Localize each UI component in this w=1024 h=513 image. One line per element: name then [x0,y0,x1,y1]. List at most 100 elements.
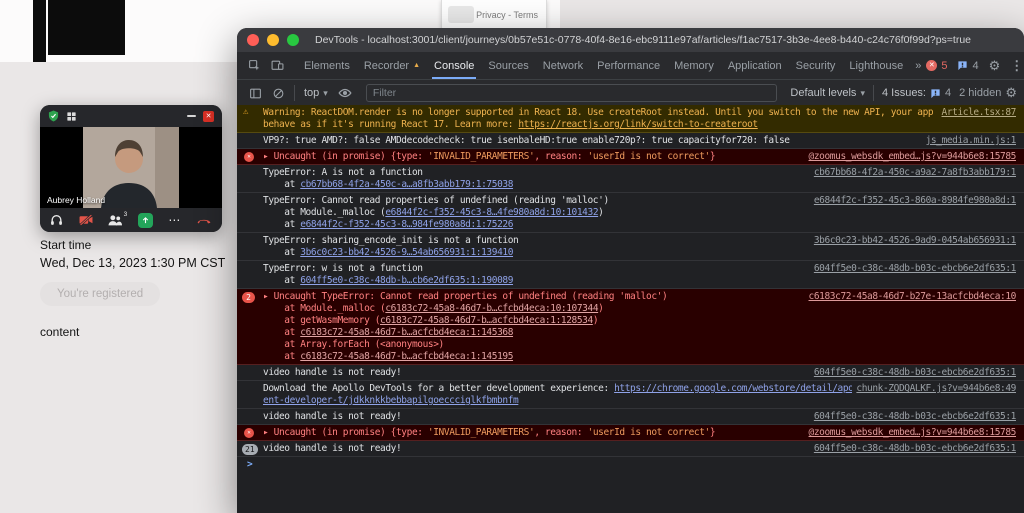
console-text: ▸ [263,151,274,162]
separator [294,85,295,101]
devtools-tabbar: Elements Recorder ▲ Console Sources Network Pe… [237,52,1024,80]
source-location-link[interactable]: chunk-ZQDQALKF.js?v=944b6e8:49 [852,383,1016,394]
console-text: at [263,219,301,230]
console-message-log: TypeError: w is not a function at 604ff5… [237,261,1024,289]
source-location-link[interactable]: cb67bb68-4f2a-450c-a9a2-7a8fb3abb179:1 [809,167,1016,178]
console-link[interactable]: c6183c72-45a8-46d7-b…acfcbd4eca:1:128534 [380,315,593,326]
close-window-button[interactable] [247,34,259,46]
security-shield-icon [48,110,59,122]
minimize-window-button[interactable] [267,34,279,46]
tab-console[interactable]: Console [427,52,481,79]
more-options-icon[interactable]: ⋯ [168,214,180,226]
tab-label: Security [795,59,836,72]
source-location-link[interactable]: js_media.min.js:1 [921,135,1016,146]
clear-console-icon[interactable] [267,87,290,100]
console-line: at Module._malloc (e6844f2c-f352-45c3-8…… [263,207,1016,219]
console-message-log: video handle is not ready! 604ff5e0-c38c-… [237,409,1024,425]
source-location-link[interactable]: 604ff5e0-c38c-48db-b03c-ebcb6e2df635:1 [809,411,1016,422]
console-link[interactable]: https://reactjs.org/link/switch-to-creat… [518,119,758,130]
tab-lighthouse[interactable]: Lighthouse [842,52,910,79]
live-expression-eye-icon[interactable] [333,86,357,100]
log-levels-dropdown[interactable]: Default levels [786,87,869,99]
source-location-link[interactable]: Article.tsx:87 [937,107,1016,118]
registered-button[interactable]: You're registered [40,282,161,306]
tab-label: Memory [674,59,714,72]
participants-icon[interactable]: 3 [108,211,127,226]
console-text: Download the Apollo DevTools for a bette… [263,383,615,394]
console-message-error: ✕ ▸ Uncaught (in promise) {type: 'INVALID… [237,425,1024,441]
console-text: at [263,275,301,286]
source-location-link[interactable]: 604ff5e0-c38c-48db-b03c-ebcb6e2df635:1 [809,263,1016,274]
source-location-link[interactable]: @zoomus_websdk_embed…js?v=944b6e8:15785 [804,151,1016,162]
console-text: TypeError: w is not a function [263,263,423,274]
source-location-link[interactable]: 604ff5e0-c38c-48db-b03c-ebcb6e2df635:1 [809,367,1016,378]
zoom-window-button[interactable] [287,34,299,46]
settings-gear-icon[interactable] [989,57,1001,75]
console-messages[interactable]: ⚠ Warning: ReactDOM.render is no longer s… [237,105,1024,513]
console-text: 'INVALID_PARAMETERS' [427,151,535,162]
recaptcha-logo [448,6,474,23]
device-toolbar-icon[interactable] [266,59,289,72]
share-screen-button[interactable] [137,212,153,228]
tab-elements[interactable]: Elements [297,52,357,79]
filter-input[interactable] [365,84,778,102]
source-location-link[interactable]: e6844f2c-f352-45c3-860a-8984fe980a8d:1 [809,195,1016,206]
console-line: at cb67bb68-4f2a-450c-a…a8fb3abb179:1:75… [263,179,1016,191]
hidden-messages-label[interactable]: 2 hidden [955,87,1005,99]
tab-label: Application [727,59,782,72]
javascript-context-selector[interactable]: top [299,87,333,99]
console-link[interactable]: 3b6c0c23-bb42-4526-9…54ab656931:1:139410 [300,247,513,258]
console-text: Uncaught (in promise) [273,151,391,162]
inspect-element-icon[interactable] [243,59,266,72]
console-text: 'userId is not correct' [587,427,711,438]
tab-network[interactable]: Network [536,52,590,79]
console-sidebar-icon[interactable] [244,87,267,100]
source-location-link[interactable]: 3b6c0c23-bb42-4526-9ad9-0454ab656931:1 [809,235,1016,246]
repeat-count-badge: 21 [242,443,258,455]
privacy-terms-link[interactable]: Privacy - Terms [476,10,538,20]
console-message-count[interactable]: 4 [957,59,979,72]
tab-strip: Elements Recorder ▲ Console Sources Network Pe… [297,52,910,79]
console-error-count[interactable]: ✕ 5 [926,60,947,72]
console-link[interactable]: c6183c72-45a8-46d7-b…acfcbd4eca:1:145368 [300,327,513,338]
console-line: at 3b6c0c23-bb42-4526-9…54ab656931:1:139… [263,247,1016,259]
content-text: content [40,325,80,339]
console-settings-gear-icon[interactable] [1005,85,1017,101]
source-location-link[interactable]: 604ff5e0-c38c-48db-b03c-ebcb6e2df635:1 [809,443,1016,454]
console-link[interactable]: e6844f2c-f352-45c3-8…984fe980a8d:1:75226 [300,219,513,230]
tab-memory[interactable]: Memory [667,52,721,79]
console-link[interactable]: c6183c72-45a8-46d7-b…cfcbd4eca:10:107344 [385,303,598,314]
tab-recorder[interactable]: Recorder ▲ [357,52,427,79]
console-link[interactable]: e6844f2c-f352-45c3-8…4fe980a8d:10:101432 [385,207,598,218]
minimize-icon[interactable] [187,115,196,117]
console-text: , reason: [534,151,588,162]
console-text: TypeError: sharing_encode_init is not a … [263,235,519,246]
audio-headset-icon[interactable] [50,214,63,226]
tab-security[interactable]: Security [789,52,843,79]
tab-application[interactable]: Application [721,52,789,79]
issues-counter[interactable]: 4 Issues: 4 [878,87,955,99]
gallery-view-icon[interactable] [66,111,77,122]
source-location-link[interactable]: @zoomus_websdk_embed…js?v=944b6e8:15785 [804,427,1016,438]
levels-label: Default levels [790,87,857,99]
more-tabs-icon[interactable]: » [910,60,926,72]
console-link[interactable]: ent-developer-t/jdkknkkbebbapilgoecccigl… [263,395,519,406]
console-link[interactable]: 604ff5e0-c38c-48db-b…cb6e2df635:1:190089 [300,275,513,286]
kebab-menu-icon[interactable] [1010,57,1023,75]
console-toolbar: top Default levels 4 Issues: 4 2 hidden [237,80,1024,107]
console-link[interactable]: cb67bb68-4f2a-450c-a…a8fb3abb179:1:75038 [300,179,513,190]
hangup-icon[interactable] [196,216,212,224]
console-prompt[interactable]: > [237,457,1024,474]
close-meeting-icon[interactable]: ✕ [203,110,214,122]
source-location-link[interactable]: c6183c72-45a8-46d7-b27e-13acfcbd4eca:10 [804,291,1016,302]
console-link[interactable]: https://chrome.google.com/webstore/detai… [614,383,891,394]
tab-sources[interactable]: Sources [481,52,535,79]
console-line: at c6183c72-45a8-46d7-b…acfcbd4eca:1:145… [263,327,1016,339]
video-area: Aubrey Holland [40,127,222,208]
camera-off-icon[interactable] [79,214,93,226]
console-line: at Module._malloc (c6183c72-45a8-46d7-b…… [263,303,1016,315]
tab-performance[interactable]: Performance [590,52,667,79]
issues-count-number: 4 [945,87,952,99]
console-link[interactable]: c6183c72-45a8-46d7-b…acfcbd4eca:1:145195 [300,351,513,362]
message-count-number: 4 [972,59,979,72]
